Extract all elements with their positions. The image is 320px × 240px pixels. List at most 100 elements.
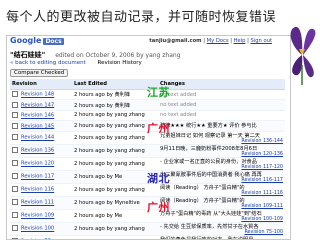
changes-cell: no text added: [158, 110, 285, 122]
changes-text: no text added: [160, 102, 197, 109]
revision-link[interactable]: Revision 148: [21, 92, 54, 98]
last-edited-cell: 2 hours ago by yang zhang: [72, 235, 158, 239]
revision-rows: Revision 148 2 hours ago by 黄利锋 no text ad…: [10, 89, 285, 239]
changes-text: no text added: [160, 112, 197, 119]
user-links: tanjiu@gmail.com | My Docs | Help | Sign…: [149, 38, 272, 44]
revision-link[interactable]: Revision 116: [21, 187, 54, 193]
google-docs-logo[interactable]: Google Docs: [10, 36, 64, 45]
top-bar: Google Docs tanjiu@gmail.com | My Docs | …: [7, 36, 290, 49]
revision-cell: Revision 116: [10, 183, 72, 197]
region-label-guangzhou-2: 广州: [147, 201, 170, 214]
compare-range-link[interactable]: Revision 75-100: [244, 230, 283, 235]
compare-range-link[interactable]: Revision 116-117: [241, 178, 283, 183]
revision-link[interactable]: Revision 145: [21, 123, 54, 129]
column-last-edited: Last Edited: [72, 79, 158, 90]
revision-cell: Revision 75: [10, 235, 72, 239]
compare-range-link[interactable]: Revision 136-144: [241, 139, 283, 144]
revision-cell: Revision 111: [10, 196, 72, 210]
changes-cell: 方舟子"蛋白精"的毒药 从"大头娃娃"到"结石 Revision 100-109: [158, 209, 285, 223]
revision-checkbox[interactable]: [12, 91, 18, 98]
my-docs-link[interactable]: My Docs: [207, 38, 229, 44]
revision-link[interactable]: Revision 117: [21, 174, 54, 180]
revision-toolbar: « back to editing document Revision Hist…: [10, 60, 142, 66]
revision-checkbox[interactable]: [12, 199, 18, 206]
revision-link[interactable]: Revision 120: [21, 161, 54, 167]
document-title-line: "结石娃娃" edited on October 9, 2006 by yang…: [10, 50, 181, 60]
changes-text: 阅读（Reading） 方舟子"蛋白精"的: [160, 184, 245, 191]
changes-text: 9月11日晚，三鹿奶粉事件2008年8月6日: [160, 145, 258, 152]
compare-checked-button[interactable]: Compare Checked: [10, 69, 69, 77]
changes-cell: - 先交给 生豆浆保质率，先然甘子在水質各 Revision 75-100: [158, 222, 285, 236]
last-edited-cell: 2 hours ago by yang zhang: [72, 120, 158, 132]
region-label-hubei: 湖北: [147, 172, 170, 185]
compare-range-link[interactable]: Revision 120-136: [241, 152, 283, 157]
region-label-jiangsu: 江苏: [147, 86, 170, 99]
last-edited-cell: 2 hours ago by Myneltive: [72, 196, 158, 210]
last-edited-cell: 2 hours ago by yang zhang: [72, 183, 158, 197]
help-link[interactable]: Help: [234, 38, 246, 44]
banner-title: 每个人的更改被自动记录，并可随时恢复错误: [6, 10, 277, 25]
revision-cell: Revision 109: [10, 209, 72, 223]
revision-link[interactable]: Revision 109: [21, 213, 54, 219]
logo-text: Google: [10, 36, 42, 45]
changes-cell: no text added: [158, 99, 285, 111]
edited-info: edited on October 9, 2006 by yang zhang: [55, 52, 181, 59]
table-row: Revision 100 2 hours ago by yang zhang - 先…: [10, 222, 285, 236]
table-row: Revision 147 2 hours ago by 黄利锋 no text ad…: [10, 99, 285, 111]
revision-table: Revision Last Edited Changes Revision 14…: [10, 79, 285, 239]
revision-link[interactable]: Revision 136: [21, 148, 54, 154]
revision-link[interactable]: Revision 111: [21, 200, 54, 206]
changes-text: - 先交给 生豆浆保质率，先然甘子在水質各: [160, 223, 259, 230]
revision-checkbox[interactable]: [12, 212, 18, 219]
revision-checkbox[interactable]: [12, 134, 18, 141]
compare-range-link[interactable]: Revision 111-116: [241, 191, 283, 196]
revision-checkbox[interactable]: [12, 160, 18, 167]
revision-checkbox[interactable]: [12, 147, 18, 154]
revision-cell: Revision 120: [10, 157, 72, 171]
last-edited-cell: 2 hours ago by yang zhang: [72, 144, 158, 158]
last-edited-cell: 2 hours ago by yang zhang: [72, 131, 158, 145]
column-changes: Changes: [158, 79, 285, 90]
last-edited-cell: 2 hours ago by 黄利锋: [72, 99, 158, 111]
revision-checkbox[interactable]: [12, 186, 18, 193]
revision-cell: Revision 147: [10, 99, 72, 111]
revision-link[interactable]: Revision 144: [21, 135, 54, 141]
last-edited-cell: 2 hours ago by Me: [72, 209, 158, 223]
revision-cell: Revision 144: [10, 131, 72, 145]
last-edited-cell: 2 hours ago by yang zhang: [72, 222, 158, 236]
revision-cell: Revision 136: [10, 144, 72, 158]
revision-checkbox[interactable]: [12, 122, 18, 129]
logo-docs-badge: Docs: [43, 38, 64, 45]
user-email: tanjiu@gmail.com: [149, 38, 202, 44]
revision-link[interactable]: Revision 146: [21, 113, 54, 119]
changes-cell: - 企业家或一名正直的公民的身份，对食品 Revision 117-120: [158, 157, 285, 171]
table-row: Revision 752 hours ago by yang zhang我们的角…: [10, 235, 285, 239]
column-revision: Revision: [10, 79, 72, 90]
compare-range-link[interactable]: Revision 117-120: [241, 165, 283, 170]
last-edited-cell: 2 hours ago by yang zhang: [72, 157, 158, 171]
revision-cell: Revision 145: [10, 120, 72, 132]
compare-range-link[interactable]: Revision 100-109: [241, 217, 283, 222]
revision-link[interactable]: Revision 147: [21, 102, 54, 108]
slide-banner: 每个人的更改被自动记录，并可随时恢复错误: [0, 0, 320, 34]
document-title: "结石娃娃": [10, 51, 46, 59]
revision-checkbox[interactable]: [12, 112, 18, 119]
last-edited-cell: 2 hours ago by yang zhang: [72, 110, 158, 122]
last-edited-cell: 2 hours ago by Me: [72, 170, 158, 184]
compare-range-link[interactable]: Revision 109-111: [241, 204, 283, 209]
table-row: Revision 120 2 hours ago by yang zhang - 企…: [10, 157, 285, 171]
changes-cell: 出三聚氰胺事件后的中国消费者 我心痛 再再 Revision 116-117: [158, 170, 285, 184]
changes-cell: 兄弟姐妹日记 如何 观察记录 第一天 第二天 Revision 136-144: [158, 131, 285, 145]
changes-cell: 法律★★★ 统行★★ 重要方★ 评价 参与比: [158, 120, 285, 132]
page-title: Revision History: [97, 60, 142, 66]
revision-link[interactable]: Revision 100: [21, 226, 54, 232]
region-label-guangzhou: 广州: [147, 122, 170, 135]
iris-flower-icon: [290, 26, 316, 85]
sign-out-link[interactable]: Sign out: [251, 38, 272, 44]
revision-checkbox[interactable]: [12, 225, 18, 232]
changes-text: 法律★★★ 统行★★ 重要方★ 评价 参与比: [160, 123, 257, 130]
revision-checkbox[interactable]: [12, 101, 18, 108]
revision-checkbox[interactable]: [12, 173, 18, 180]
back-to-editing-link[interactable]: « back to editing document: [10, 60, 86, 66]
changes-cell: 9月11日晚，三鹿奶粉事件2008年8月6日 Revision 120-136: [158, 144, 285, 158]
